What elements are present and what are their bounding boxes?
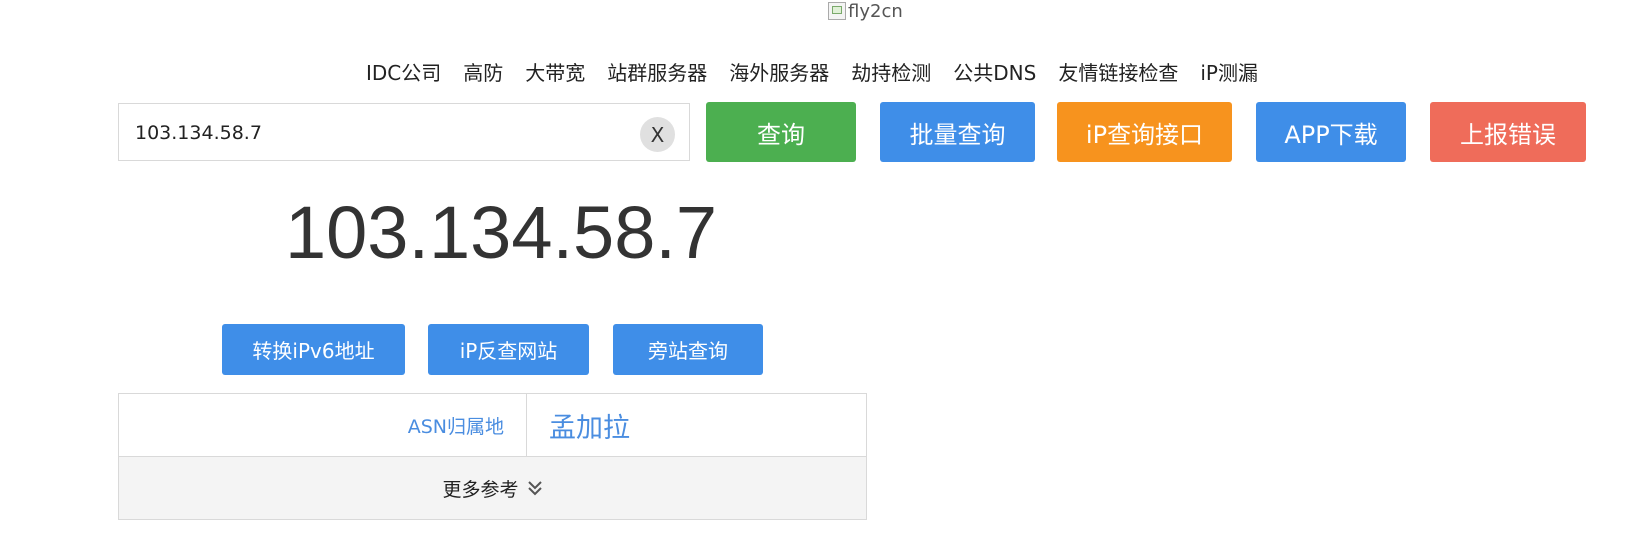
- close-icon: X: [650, 122, 665, 147]
- nav-link-idc[interactable]: IDC公司: [366, 57, 441, 86]
- nav-link-hijack[interactable]: 劫持检测: [851, 57, 931, 86]
- nav-link-overseas[interactable]: 海外服务器: [729, 57, 829, 86]
- more-reference-label: 更多参考: [442, 478, 519, 501]
- logo-alt-text: fly2cn: [848, 0, 903, 22]
- top-nav: IDC公司 高防 大带宽 站群服务器 海外服务器 劫持检测 公共DNS 友情链接…: [366, 56, 1280, 86]
- reverse-ip-button[interactable]: iP反查网站: [428, 324, 589, 375]
- asn-value[interactable]: 孟加拉: [549, 394, 630, 456]
- nav-link-ddos[interactable]: 高防: [463, 57, 503, 86]
- app-download-button[interactable]: APP下载: [1256, 102, 1406, 162]
- clear-button[interactable]: X: [640, 117, 675, 152]
- query-button[interactable]: 查询: [706, 102, 856, 162]
- report-error-button[interactable]: 上报错误: [1430, 102, 1586, 162]
- nav-link-ip-leak[interactable]: iP测漏: [1200, 57, 1258, 86]
- ip-search-box: X: [118, 103, 690, 162]
- table-row: ASN归属地 孟加拉: [119, 394, 866, 457]
- nav-link-site-cluster[interactable]: 站群服务器: [607, 57, 707, 86]
- nav-link-friend-links[interactable]: 友情链接检查: [1058, 57, 1178, 86]
- nav-link-bandwidth[interactable]: 大带宽: [525, 57, 585, 86]
- more-reference-toggle[interactable]: 更多参考: [119, 457, 866, 519]
- nav-link-dns[interactable]: 公共DNS: [953, 57, 1036, 86]
- batch-query-button[interactable]: 批量查询: [880, 102, 1035, 162]
- sibling-sites-button[interactable]: 旁站查询: [613, 324, 763, 375]
- broken-image-icon: [828, 2, 846, 20]
- asn-label: ASN归属地: [119, 394, 527, 456]
- ip-search-input[interactable]: [133, 104, 617, 162]
- double-chevron-down-icon: [527, 479, 543, 497]
- site-logo[interactable]: fly2cn: [828, 0, 903, 22]
- convert-ipv6-button[interactable]: 转换iPv6地址: [222, 324, 405, 375]
- result-table: ASN归属地 孟加拉 更多参考: [118, 393, 867, 520]
- result-ip: 103.134.58.7: [285, 191, 718, 274]
- ip-api-button[interactable]: iP查询接口: [1057, 102, 1232, 162]
